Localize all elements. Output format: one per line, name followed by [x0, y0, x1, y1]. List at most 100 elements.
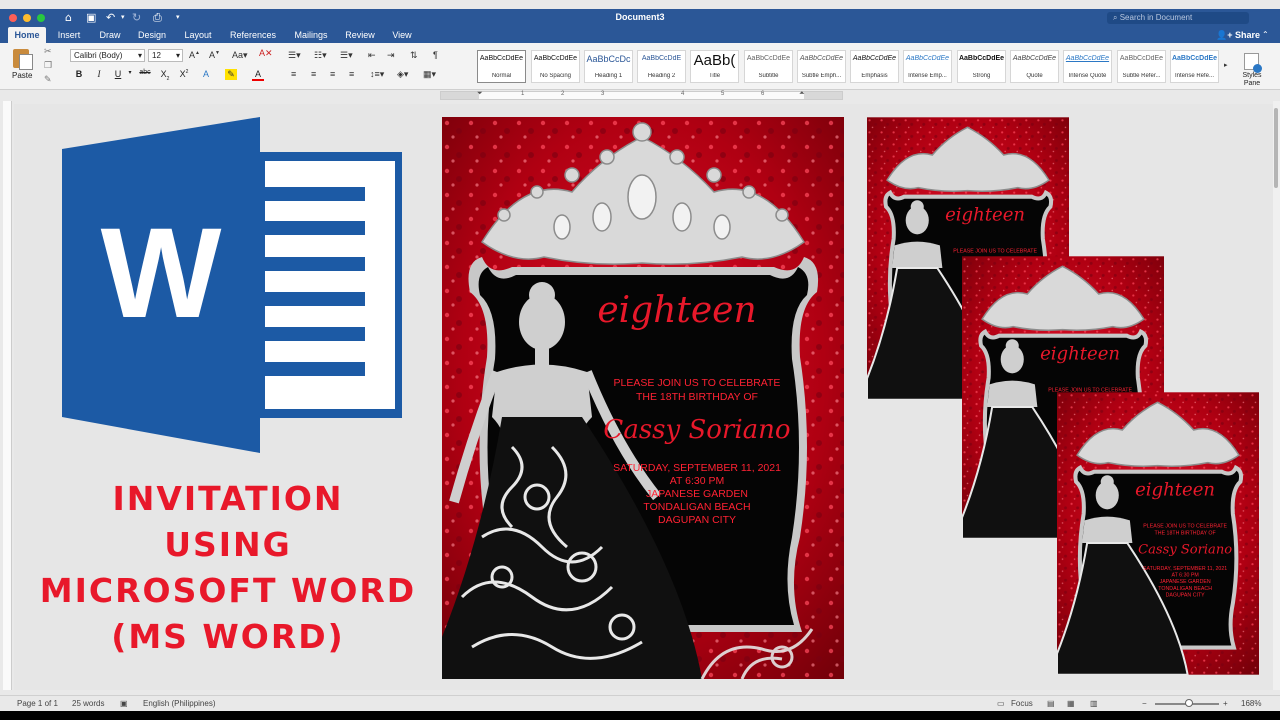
focus-icon[interactable]: ▭ [997, 699, 1005, 708]
undo-dropdown-icon[interactable]: ▾ [121, 13, 125, 21]
style-heading-1[interactable]: AaBbCcDc Heading 1 [584, 50, 633, 83]
shading-icon[interactable]: ◈▾ [397, 69, 408, 80]
style-intense-reference[interactable]: AaBbCcDdEe Intense Refe... [1170, 50, 1219, 83]
font-size-select[interactable]: 12 ▾ [148, 49, 183, 62]
show-formatting-icon[interactable]: ¶ [433, 50, 438, 60]
redo-icon[interactable]: ↻ [132, 11, 141, 24]
font-name-select[interactable]: Calibri (Body) ▾ [70, 49, 145, 62]
style-title[interactable]: AaBb(Title [690, 50, 739, 83]
justify-icon[interactable]: ≡ [349, 69, 354, 79]
close-window-button[interactable] [9, 14, 17, 22]
format-painter-icon[interactable]: ✎ [44, 74, 52, 85]
multilevel-list-icon[interactable]: ☰▾ [340, 50, 353, 61]
bullets-icon[interactable]: ☰▾ [288, 50, 301, 61]
collapse-ribbon-icon[interactable]: ⌃ [1262, 27, 1269, 43]
styles-gallery-more-icon[interactable]: ▸ [1224, 61, 1228, 69]
word-count[interactable]: 25 words [72, 699, 104, 708]
shrink-font-icon[interactable]: A▼ [209, 50, 220, 60]
tab-view[interactable]: View [386, 27, 418, 43]
sort-icon[interactable]: ⇅ [410, 50, 418, 61]
style-strong[interactable]: AaBbCcDdEe Strong [957, 50, 1006, 83]
scrollbar-thumb[interactable] [1274, 108, 1278, 188]
zoom-slider-handle[interactable] [1185, 699, 1193, 707]
invitation-card-main[interactable]: eighteen PLEASE JOIN US TO CELEBRATE THE… [442, 117, 844, 679]
horizontal-ruler[interactable]: 1 2 3 4 5 6 ⏷ ⏶ [440, 90, 843, 100]
align-right-icon[interactable]: ≡ [330, 69, 335, 79]
strikethrough-icon[interactable]: abc [139, 69, 151, 76]
home-icon[interactable]: ⌂ [65, 11, 72, 24]
tab-draw[interactable]: Draw [94, 27, 126, 43]
right-indent-marker-icon[interactable]: ⏶ [799, 90, 805, 98]
tab-references[interactable]: References [225, 27, 281, 43]
change-case-icon[interactable]: Aa▾ [232, 50, 248, 61]
decrease-indent-icon[interactable]: ⇤ [368, 50, 376, 61]
cut-icon[interactable]: ✂ [44, 46, 52, 57]
web-layout-icon[interactable]: ▦ [1067, 699, 1075, 708]
copy-icon[interactable]: ❐ [44, 60, 52, 71]
increase-indent-icon[interactable]: ⇥ [387, 50, 395, 61]
vertical-scrollbar[interactable] [1273, 101, 1280, 690]
style-subtitle[interactable]: AaBbCcDdEe Subtitle [744, 50, 793, 83]
zoom-out-icon[interactable]: − [1142, 699, 1147, 708]
tab-mailings[interactable]: Mailings [289, 27, 333, 43]
styles-pane-icon[interactable] [1244, 53, 1262, 73]
line-spacing-icon[interactable]: ↕≡▾ [370, 69, 384, 80]
style-heading-2[interactable]: AaBbCcDdE Heading 2 [637, 50, 686, 83]
style-intense-emphasis[interactable]: AaBbCcDdEe Intense Emp... [903, 50, 952, 83]
maximize-window-button[interactable] [37, 14, 45, 22]
invitation-thumbnail-3[interactable]: eighteen PLEASE JOIN US TO CELEBRATE THE… [1057, 392, 1259, 675]
tab-home[interactable]: Home [8, 27, 46, 43]
bold-icon[interactable]: B [73, 69, 85, 79]
font-color-icon[interactable]: A [252, 69, 264, 81]
read-mode-icon[interactable]: ▥ [1090, 699, 1098, 708]
styles-pane-button[interactable]: Styles Pane [1238, 72, 1266, 88]
superscript-icon[interactable]: X2 [178, 69, 190, 79]
underline-icon[interactable]: U [112, 69, 124, 79]
grow-font-icon[interactable]: A▲ [189, 50, 200, 60]
tab-review[interactable]: Review [340, 27, 380, 43]
style-intense-quote[interactable]: AaBbCcDdEe Intense Quote [1063, 50, 1112, 83]
invitation-time: AT 6:30 PM [670, 475, 724, 487]
style-subtle-reference[interactable]: AaBbCcDdEe Subtle Refer... [1117, 50, 1166, 83]
underline-dropdown-icon[interactable]: ▾ [124, 69, 136, 76]
undo-icon[interactable]: ↶ [106, 11, 115, 24]
zoom-level[interactable]: 168% [1241, 699, 1261, 708]
subscript-icon[interactable]: X2 [159, 69, 171, 82]
text-effects-icon[interactable]: A [200, 69, 212, 79]
italic-icon[interactable]: I [93, 69, 105, 79]
ruler-number: 6 [761, 91, 765, 97]
align-center-icon[interactable]: ≡ [311, 69, 316, 79]
print-icon[interactable]: ⎙ [153, 11, 162, 25]
print-layout-icon[interactable]: ▤ [1047, 699, 1055, 708]
align-left-icon[interactable]: ≡ [291, 69, 296, 79]
style-emphasis[interactable]: AaBbCcDdEe Emphasis [850, 50, 899, 83]
style-no-spacing[interactable]: AaBbCcDdEe No Spacing [531, 50, 580, 83]
customize-toolbar-icon[interactable]: ▾ [176, 13, 180, 21]
tab-insert[interactable]: Insert [52, 27, 86, 43]
numbering-icon[interactable]: ☷▾ [314, 50, 327, 61]
style-quote[interactable]: AaBbCcDdEe Quote [1010, 50, 1059, 83]
style-normal[interactable]: AaBbCcDdEe Normal [477, 50, 526, 83]
invitation-line-1: PLEASE JOIN US TO CELEBRATE [614, 377, 781, 389]
save-icon[interactable]: ▣ [86, 11, 96, 24]
proofing-icon[interactable]: ▣ [120, 699, 128, 708]
paste-icon[interactable] [13, 49, 33, 70]
highlight-icon[interactable]: ✎ [225, 69, 237, 80]
zoom-in-icon[interactable]: + [1223, 699, 1228, 708]
page-count[interactable]: Page 1 of 1 [17, 699, 58, 708]
language-indicator[interactable]: English (Philippines) [143, 699, 215, 708]
minimize-window-button[interactable] [23, 14, 31, 22]
add-person-icon: 👤+ [1216, 30, 1233, 40]
share-button[interactable]: 👤+ Share [1216, 27, 1260, 43]
invitation-title-line: INVITATION [112, 479, 344, 518]
indent-marker-icon[interactable]: ⏷ [477, 90, 483, 98]
tab-design[interactable]: Design [132, 27, 172, 43]
thumbnail-script-title: eighteen [945, 204, 1025, 225]
borders-icon[interactable]: ▦▾ [423, 69, 436, 80]
clear-formatting-icon[interactable]: A✕ [259, 48, 273, 59]
search-input[interactable]: ⌕ Search in Document [1107, 12, 1249, 24]
tab-layout[interactable]: Layout [179, 27, 217, 43]
style-subtle-emphasis[interactable]: AaBbCcDdEe Subtle Emph... [797, 50, 846, 83]
word-window: ⌂ ▣ ↶ ▾ ↻ ⎙ ▾ Document3 ⌕ Search in Docu… [0, 0, 1280, 720]
focus-button[interactable]: Focus [1011, 699, 1033, 708]
